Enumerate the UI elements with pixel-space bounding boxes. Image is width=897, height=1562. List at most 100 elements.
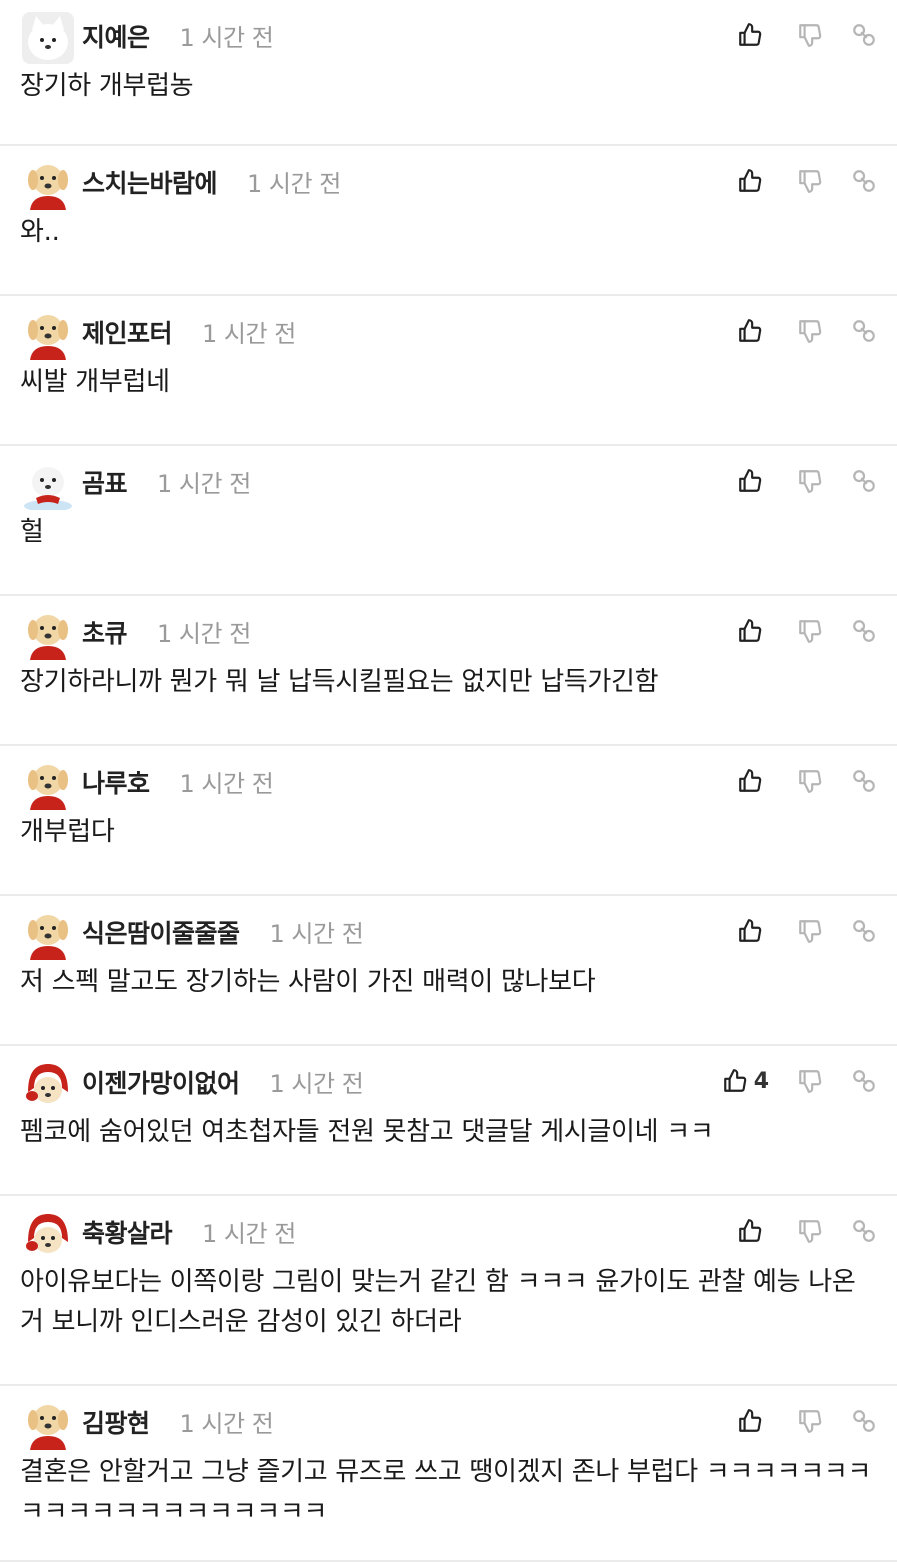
comment-actions: [737, 18, 877, 52]
like-button[interactable]: [737, 164, 769, 198]
author-name[interactable]: 초큐 1 시간 전: [82, 614, 251, 650]
author-name[interactable]: 김팡현 1 시간 전: [82, 1404, 274, 1440]
dislike-button[interactable]: [797, 18, 823, 52]
like-button[interactable]: [737, 464, 769, 498]
dislike-button[interactable]: [797, 914, 823, 948]
author-name[interactable]: 지예은 1 시간 전: [82, 18, 274, 54]
dislike-button[interactable]: [797, 464, 823, 498]
link-button[interactable]: [851, 1064, 877, 1098]
link-icon: [851, 918, 877, 944]
like-button[interactable]: [737, 314, 769, 348]
comment-list: 지예은 1 시간 전 장기하 개부럽농 스치는바람에 1 시간 전 와.. 제인…: [0, 0, 897, 1562]
link-button[interactable]: [851, 464, 877, 498]
thumbs-down-icon: [797, 1408, 823, 1434]
dislike-button[interactable]: [797, 1064, 823, 1098]
author-name[interactable]: 나루호 1 시간 전: [82, 764, 274, 800]
link-button[interactable]: [851, 1404, 877, 1438]
thumbs-up-icon: [737, 318, 763, 344]
link-icon: [851, 22, 877, 48]
author-name[interactable]: 곰표 1 시간 전: [82, 464, 251, 500]
comment-header: 식은땀이줄줄줄 1 시간 전: [20, 896, 877, 966]
dislike-button[interactable]: [797, 1214, 823, 1248]
thumbs-down-icon: [797, 468, 823, 494]
comment-header: 곰표 1 시간 전: [20, 446, 877, 516]
like-button[interactable]: 4: [722, 1064, 769, 1098]
comment-text: 헐: [20, 517, 44, 547]
thumbs-down-icon: [797, 768, 823, 794]
comment-text: 결혼은 안할거고 그냥 즐기고 뮤즈로 쓰고 땡이겠지 존나 부럽다 ㅋㅋㅋㅋㅋ…: [20, 1457, 872, 1527]
comment-item: 곰표 1 시간 전 헐: [0, 446, 897, 596]
link-icon: [851, 318, 877, 344]
comment-text: 씨발 개부럽네: [20, 367, 170, 397]
comment-actions: [737, 614, 877, 648]
avatar[interactable]: [22, 12, 74, 64]
comment-time: 1 시간 전: [247, 170, 341, 198]
thumbs-up-icon: [737, 1218, 763, 1244]
like-button[interactable]: [737, 764, 769, 798]
comment-header: 스치는바람에 1 시간 전: [20, 146, 877, 216]
comment-header: 나루호 1 시간 전: [20, 746, 877, 816]
author-name[interactable]: 제인포터 1 시간 전: [82, 314, 296, 350]
comment-text: 아이유보다는 이쪽이랑 그림이 맞는거 같긴 함 ㅋㅋㅋ 윤가이도 관찰 예능 …: [20, 1267, 856, 1337]
link-icon: [851, 168, 877, 194]
thumbs-down-icon: [797, 22, 823, 48]
comment-text: 장기하 개부럽농: [20, 71, 194, 101]
comment-time: 1 시간 전: [202, 320, 296, 348]
dislike-button[interactable]: [797, 314, 823, 348]
comment-text: 저 스펙 말고도 장기하는 사람이 가진 매력이 많나보다: [20, 967, 596, 997]
author-name[interactable]: 이젠가망이없어 1 시간 전: [82, 1064, 364, 1100]
link-button[interactable]: [851, 1214, 877, 1248]
avatar[interactable]: [22, 1208, 74, 1260]
comment-text: 펨코에 숨어있던 여초첩자들 전원 못참고 댓글달 게시글이네 ㅋㅋ: [20, 1117, 714, 1147]
dislike-button[interactable]: [797, 164, 823, 198]
like-button[interactable]: [737, 614, 769, 648]
thumbs-down-icon: [797, 1068, 823, 1094]
link-button[interactable]: [851, 914, 877, 948]
thumbs-down-icon: [797, 168, 823, 194]
avatar[interactable]: [22, 608, 74, 660]
comment-item: 초큐 1 시간 전 장기하라니까 뭔가 뭐 날 납득시킬필요는 없지만 납득가긴함: [0, 596, 897, 746]
comment-item: 제인포터 1 시간 전 씨발 개부럽네: [0, 296, 897, 446]
author-name[interactable]: 식은땀이줄줄줄 1 시간 전: [82, 914, 364, 950]
avatar[interactable]: [22, 1058, 74, 1110]
link-button[interactable]: [851, 614, 877, 648]
link-icon: [851, 1068, 877, 1094]
dislike-button[interactable]: [797, 764, 823, 798]
thumbs-up-icon: [737, 168, 763, 194]
link-button[interactable]: [851, 314, 877, 348]
comment-time: 1 시간 전: [157, 470, 251, 498]
avatar[interactable]: [22, 308, 74, 360]
link-icon: [851, 1218, 877, 1244]
author-name[interactable]: 스치는바람에 1 시간 전: [82, 164, 341, 200]
link-button[interactable]: [851, 164, 877, 198]
link-icon: [851, 1408, 877, 1434]
comment-time: 1 시간 전: [179, 24, 274, 52]
link-button[interactable]: [851, 18, 877, 52]
comment-actions: [737, 314, 877, 348]
avatar[interactable]: [22, 758, 74, 810]
like-count: 4: [753, 1068, 769, 1094]
link-button[interactable]: [851, 764, 877, 798]
comment-actions: [737, 1404, 877, 1438]
like-button[interactable]: [737, 1214, 769, 1248]
author-name[interactable]: 축황살라 1 시간 전: [82, 1214, 296, 1250]
thumbs-up-icon: [737, 918, 763, 944]
comment-header: 초큐 1 시간 전: [20, 596, 877, 666]
avatar[interactable]: [22, 458, 74, 510]
link-icon: [851, 768, 877, 794]
comment-header: 제인포터 1 시간 전: [20, 296, 877, 366]
like-button[interactable]: [737, 1404, 769, 1438]
like-button[interactable]: [737, 914, 769, 948]
thumbs-down-icon: [797, 1218, 823, 1244]
dislike-button[interactable]: [797, 1404, 823, 1438]
dislike-button[interactable]: [797, 614, 823, 648]
like-button[interactable]: [737, 18, 769, 52]
avatar[interactable]: [22, 1398, 74, 1450]
thumbs-up-icon: [737, 468, 763, 494]
avatar[interactable]: [22, 908, 74, 960]
link-icon: [851, 618, 877, 644]
comment-text: 장기하라니까 뭔가 뭐 날 납득시킬필요는 없지만 납득가긴함: [20, 667, 659, 697]
thumbs-up-icon: [737, 1408, 763, 1434]
comment-header: 김팡현 1 시간 전: [20, 1386, 877, 1456]
avatar[interactable]: [22, 158, 74, 210]
